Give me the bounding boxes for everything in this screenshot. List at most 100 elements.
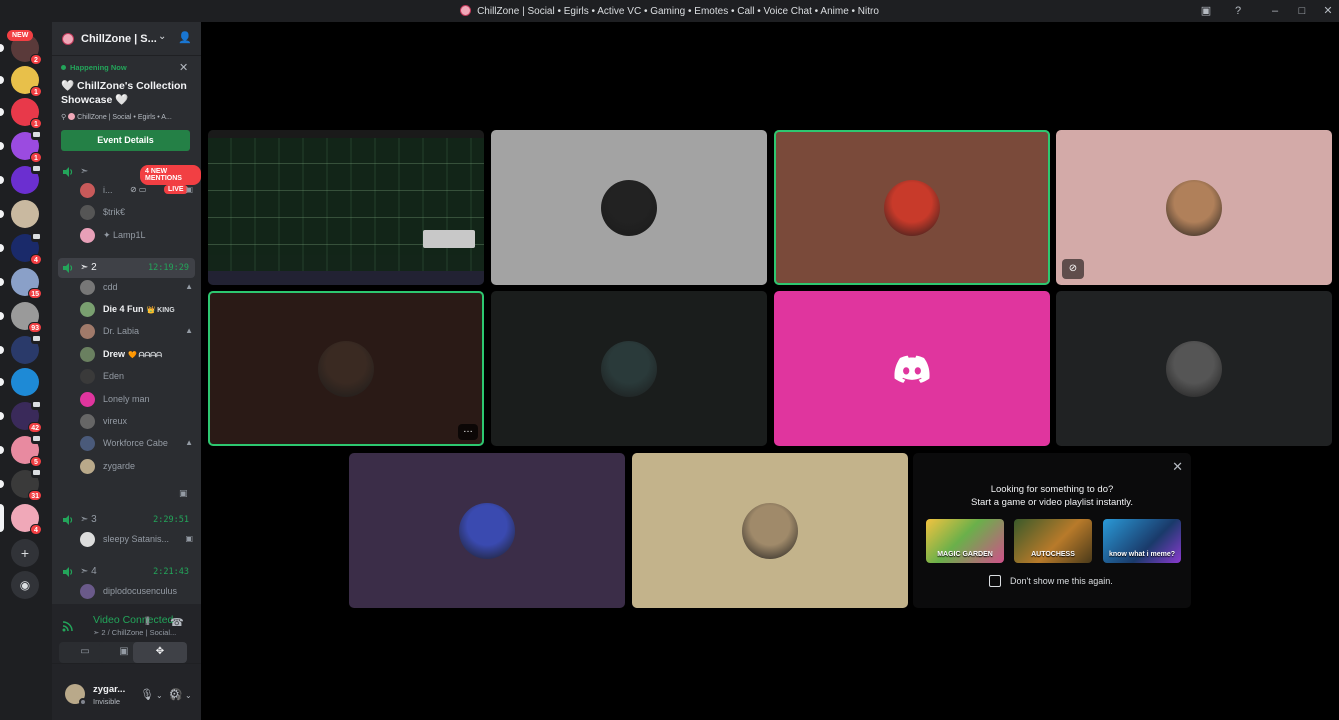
member-tag: 👑 KING xyxy=(146,307,175,314)
server-icon[interactable]: 15 xyxy=(11,268,42,299)
activities-button[interactable]: ✥ xyxy=(133,642,187,663)
server-icon[interactable]: 93 xyxy=(11,302,42,333)
member-name-text: Drew xyxy=(103,349,126,359)
inbox-icon[interactable]: ▣ xyxy=(1198,3,1214,19)
avatar xyxy=(80,392,95,407)
screen-share-tile[interactable] xyxy=(208,130,484,285)
avatar xyxy=(1166,341,1222,397)
participant-tile[interactable] xyxy=(491,130,767,285)
more-options-icon[interactable]: … xyxy=(458,424,478,440)
voice-member[interactable]: sleepy Satanis... ▣ xyxy=(80,529,195,549)
voice-member[interactable]: cdd ▲ xyxy=(80,277,195,297)
avatar xyxy=(80,436,95,451)
noise-suppression-icon[interactable]: ⦀ xyxy=(145,616,150,629)
chevron-down-icon[interactable]: ⌄ xyxy=(185,691,192,700)
member-tag: 🧡 ᗩᗩᗩᗩ xyxy=(128,352,162,359)
voice-member[interactable]: zygarde xyxy=(80,456,195,476)
participant-tile[interactable] xyxy=(349,453,625,608)
voice-member[interactable]: diplodocusenculus xyxy=(80,581,195,601)
new-mentions-pill[interactable]: 4 NEW MENTIONS xyxy=(140,165,201,185)
server-icon[interactable]: 42 xyxy=(11,399,42,433)
server-icon xyxy=(68,113,76,120)
channel-sidebar: ChillZone | S... ⌄ 👤 Happening Now ✕ 🤍 C… xyxy=(52,22,201,720)
voice-member[interactable]: Drew 🧡 ᗩᗩᗩᗩ xyxy=(80,344,195,364)
add-server-icon[interactable]: + xyxy=(11,539,39,567)
member-name-text: $trik€ xyxy=(103,207,126,217)
voice-channel[interactable]: ➣ 3 2:29:51 xyxy=(58,510,195,530)
camera-icon: ▣ xyxy=(185,185,193,194)
voice-channel-path[interactable]: ➣ 2 / ChillZone | Social... xyxy=(93,628,176,637)
voice-channel[interactable]: ➣ 4 2:21:43 xyxy=(58,562,195,582)
window-title: ChillZone | Social • Egirls • Active VC … xyxy=(0,5,1339,17)
voice-member[interactable]: Eden xyxy=(80,366,195,386)
server-icon[interactable]: 31 xyxy=(11,467,42,501)
voice-member[interactable]: ✦ Lamp1L xyxy=(80,225,195,245)
server-icon[interactable]: 1 xyxy=(11,129,42,163)
close-icon[interactable]: ✕ xyxy=(1172,459,1183,475)
avatar xyxy=(318,341,374,397)
mention-badge: 31 xyxy=(28,490,42,501)
activity-card[interactable]: know what i meme? xyxy=(1103,519,1181,563)
channel-name: ➣ 3 xyxy=(80,514,97,525)
chevron-down-icon[interactable]: ⌄ xyxy=(158,31,166,42)
server-icon[interactable]: 5 xyxy=(11,433,42,467)
participant-tile[interactable] xyxy=(491,291,767,446)
voice-member[interactable]: Die 4 Fun 👑 KING xyxy=(80,299,195,319)
chevron-down-icon[interactable]: ⌄ xyxy=(156,691,163,700)
server-icon[interactable] xyxy=(11,368,39,396)
voice-channel[interactable]: ➣ 2 12:19:29 xyxy=(58,258,195,278)
activity-headline: Looking for something to do? xyxy=(990,484,1114,495)
participant-tile[interactable] xyxy=(774,130,1050,285)
activity-card[interactable]: MAGIC GARDEN xyxy=(926,519,1004,563)
unread-pill xyxy=(0,378,4,386)
server-icon[interactable]: 4 xyxy=(11,504,42,535)
server-icon[interactable] xyxy=(11,163,42,194)
close-icon[interactable]: ✕ xyxy=(1320,3,1336,19)
minimize-icon[interactable]: – xyxy=(1267,3,1283,19)
server-icon[interactable] xyxy=(11,333,42,364)
voice-member[interactable]: Lonely man xyxy=(80,389,195,409)
member-name: diplodocusenculus xyxy=(103,586,177,596)
participant-tile[interactable] xyxy=(1056,291,1332,446)
participant-tile[interactable]: ⊘ xyxy=(1056,130,1332,285)
unread-pill xyxy=(0,76,4,84)
guild-header[interactable]: ChillZone | S... ⌄ 👤 xyxy=(52,22,201,56)
participant-tile[interactable]: … xyxy=(208,291,484,446)
unread-pill xyxy=(0,312,4,320)
unread-pill xyxy=(0,446,4,454)
maximize-icon[interactable]: □ xyxy=(1294,3,1310,19)
voice-member[interactable]: Workforce Cabe ▲ xyxy=(80,433,195,453)
member-name-text: cdd xyxy=(103,282,118,292)
disconnect-icon[interactable]: ☎ xyxy=(170,616,184,629)
event-location-text: ChillZone | Social • Egirls • A... xyxy=(77,114,172,121)
add-user-icon[interactable]: 👤 xyxy=(178,31,192,44)
avatar xyxy=(80,280,95,295)
gear-icon[interactable]: ⚙ xyxy=(169,687,180,701)
help-icon[interactable]: ? xyxy=(1230,3,1246,19)
participant-tile[interactable] xyxy=(774,291,1050,446)
server-icon[interactable]: 1 xyxy=(11,98,42,129)
signal-icon[interactable] xyxy=(62,618,76,632)
speaker-icon xyxy=(63,515,73,525)
voice-active-icon xyxy=(31,467,42,478)
user-name[interactable]: zygar... xyxy=(93,684,125,695)
dont-show-label[interactable]: Don't show me this again. xyxy=(1010,576,1113,586)
status-icons: ⊘ ▭ xyxy=(130,185,147,194)
participant-tile[interactable] xyxy=(632,453,908,608)
voice-member[interactable]: Dr. Labia ▲ xyxy=(80,321,195,341)
close-icon[interactable]: ✕ xyxy=(179,61,188,74)
avatar xyxy=(80,459,95,474)
voice-member[interactable]: vireux xyxy=(80,411,195,431)
compass-icon[interactable]: ◉ xyxy=(11,571,39,599)
mic-muted-icon: ⊘ xyxy=(1062,259,1084,279)
mention-badge: 2 xyxy=(30,54,42,65)
dont-show-checkbox[interactable] xyxy=(989,575,1001,587)
server-icon[interactable]: 1 xyxy=(11,66,42,97)
activity-card[interactable]: AUTOCHESS xyxy=(1014,519,1092,563)
server-icon[interactable] xyxy=(11,200,39,228)
event-details-button[interactable]: Event Details xyxy=(61,130,190,151)
voice-status[interactable]: Video Connected xyxy=(93,614,173,626)
microphone-icon[interactable]: 🎙 xyxy=(140,688,154,701)
server-icon[interactable]: 4 xyxy=(11,231,42,265)
voice-member[interactable]: $trik€ xyxy=(80,202,195,222)
